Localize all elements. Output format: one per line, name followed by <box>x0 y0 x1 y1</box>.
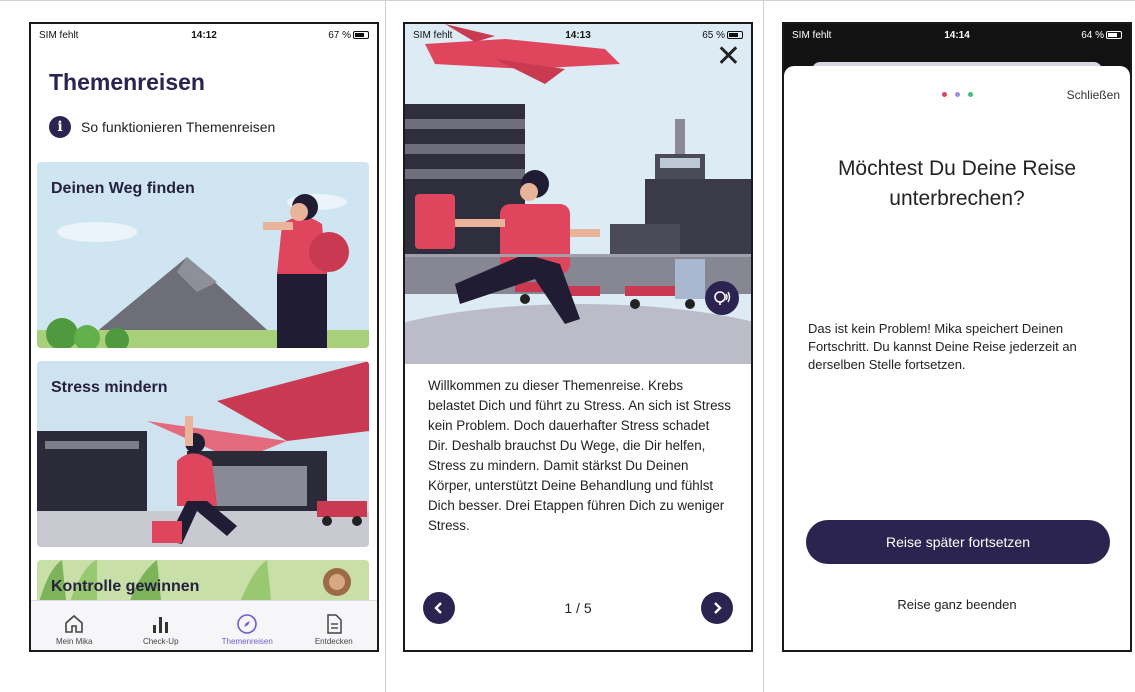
tab-label: Entdecken <box>314 637 353 646</box>
next-button[interactable] <box>701 592 733 624</box>
screenshot-stage: SIM fehlt 14:12 67 % Themenreisen i So f… <box>0 0 1135 692</box>
end-journey-button[interactable]: Reise ganz beenden <box>784 597 1130 612</box>
tab-entdecken[interactable]: Entdecken <box>291 601 378 650</box>
tab-mein-mika[interactable]: Mein Mika <box>31 601 118 650</box>
phone-themenreisen: SIM fehlt 14:12 67 % Themenreisen i So f… <box>29 22 379 652</box>
tab-label: Check-Up <box>142 637 179 646</box>
tab-bar: Mein Mika Check-Up Themenreisen Entdecke… <box>31 600 377 650</box>
battery-indicator: 67 % <box>328 30 369 41</box>
bar-chart-icon <box>150 611 172 637</box>
info-icon: i <box>49 116 71 138</box>
card-title: Deinen Weg finden <box>51 180 195 197</box>
dialog-heading: Möchtest Du Deine Reise unterbrechen? <box>837 157 1077 210</box>
info-link-label: So funktionieren Themenreisen <box>81 119 276 135</box>
time-text: 14:13 <box>565 30 591 41</box>
card-title: Kontrolle gewinnen <box>51 578 200 595</box>
document-icon <box>323 611 345 637</box>
tab-themenreisen[interactable]: Themenreisen <box>204 601 291 650</box>
audio-button[interactable] <box>705 281 739 315</box>
phone-stress-intro: SIM fehlt 14:13 65 % ✕ Willkommen zu die… <box>403 22 753 652</box>
card-title: Stress mindern <box>51 379 168 396</box>
status-bar: SIM fehlt 14:12 67 % <box>31 24 377 44</box>
battery-icon <box>1106 31 1122 39</box>
compass-icon <box>236 611 258 637</box>
phone-pause-dialog: SIM fehlt 14:14 64 % Schließen Möchtest … <box>782 22 1132 652</box>
time-text: 14:14 <box>944 30 970 41</box>
progress-dot <box>941 92 947 97</box>
tab-label: Themenreisen <box>221 637 273 646</box>
home-icon <box>63 611 85 637</box>
journey-card-stress-mindern[interactable]: Stress mindern <box>37 361 369 547</box>
column-divider-2 <box>763 0 764 692</box>
time-text: 14:12 <box>191 30 217 41</box>
close-button[interactable]: Schließen <box>1067 88 1120 102</box>
dimmed-background: SIM fehlt 14:14 64 % <box>784 24 1130 64</box>
dialog-body: Das ist kein Problem! Mika speichert Dei… <box>808 321 1077 372</box>
battery-text: 64 % <box>1081 30 1104 41</box>
hero-illustration <box>405 24 751 364</box>
battery-icon <box>353 31 369 39</box>
close-icon[interactable]: ✕ <box>716 42 741 72</box>
progress-dot <box>954 92 960 97</box>
continue-later-button[interactable]: Reise später fortsetzen <box>806 520 1110 564</box>
intro-text: Willkommen zu dieser Themenreise. Krebs … <box>428 378 731 533</box>
column-divider-1 <box>385 0 386 692</box>
battery-text: 67 % <box>328 30 351 41</box>
tab-label: Mein Mika <box>56 637 93 646</box>
status-bar: SIM fehlt 14:13 65 % <box>405 24 751 44</box>
page-indicator: 1 / 5 <box>564 600 592 616</box>
journey-card-deinen-weg-finden[interactable]: Deinen Weg finden <box>37 162 369 348</box>
tab-check-up[interactable]: Check-Up <box>118 601 205 650</box>
status-bar: SIM fehlt 14:14 64 % <box>784 24 1130 44</box>
battery-icon <box>727 31 743 39</box>
info-link[interactable]: i So funktionieren Themenreisen <box>49 116 275 138</box>
page-title: Themenreisen <box>49 69 205 95</box>
progress-dot <box>967 92 973 97</box>
battery-indicator: 64 % <box>1081 30 1122 41</box>
chevron-right-icon <box>714 602 722 614</box>
audio-icon <box>714 291 731 305</box>
top-divider <box>0 0 1135 1</box>
